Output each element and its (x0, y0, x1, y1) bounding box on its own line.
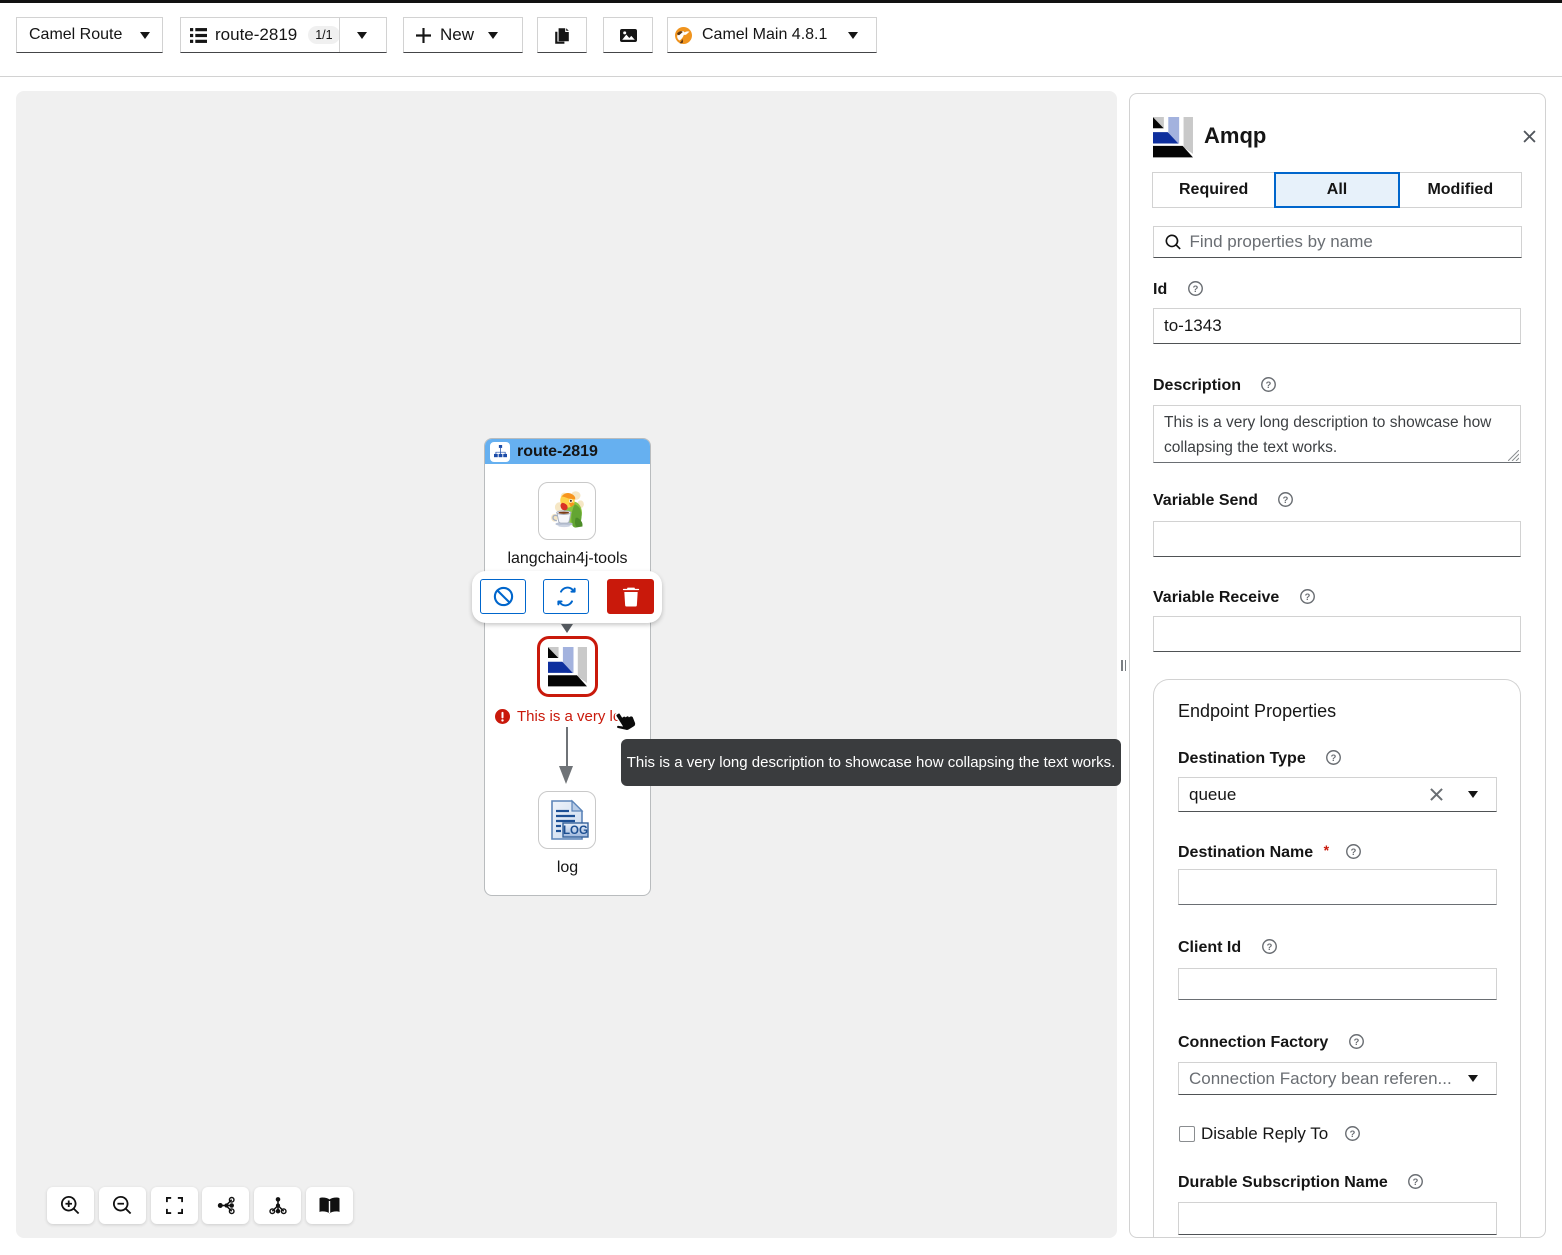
svg-text:?: ? (1283, 495, 1289, 505)
svg-text:?: ? (1353, 1037, 1359, 1047)
svg-text:?: ? (1331, 753, 1337, 763)
svg-text:?: ? (1304, 592, 1310, 602)
svg-text:?: ? (1266, 942, 1272, 952)
svg-text:?: ? (1350, 847, 1356, 857)
svg-text:?: ? (1192, 284, 1198, 294)
svg-text:?: ? (1413, 1177, 1419, 1187)
svg-text:LOG: LOG (563, 825, 588, 837)
svg-text:?: ? (1266, 380, 1272, 390)
svg-text:?: ? (1350, 1129, 1356, 1139)
